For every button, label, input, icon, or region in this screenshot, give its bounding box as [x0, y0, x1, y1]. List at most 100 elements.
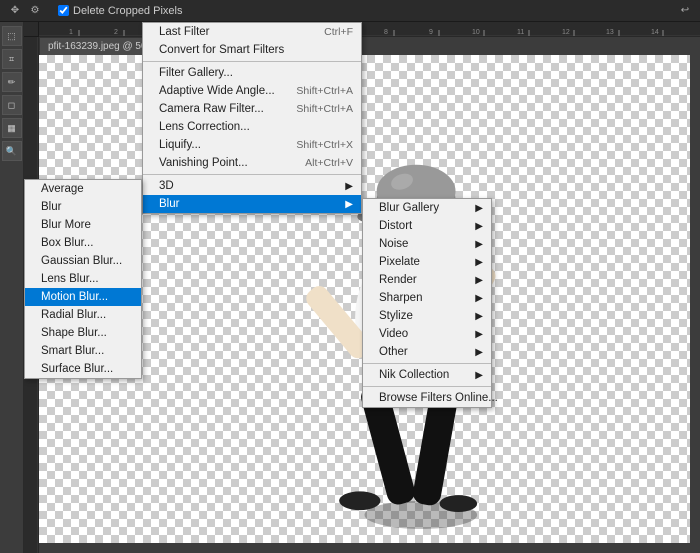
submenu-arrow-blur: ▶ — [345, 199, 353, 210]
blur-average-item[interactable]: Average — [25, 180, 141, 198]
gaussian-blur-item[interactable]: Gaussian Blur... — [25, 252, 141, 270]
toolbar-icons: ✥ ⚙ — [8, 4, 42, 18]
surface-blur-item[interactable]: Surface Blur... — [25, 360, 141, 378]
sub-pixelate-item[interactable]: Pixelate ▶ — [363, 253, 491, 271]
box-blur-item[interactable]: Box Blur... — [25, 234, 141, 252]
motion-blur-item[interactable]: Motion Blur... — [25, 288, 141, 306]
sub-stylize-item[interactable]: Stylize ▶ — [363, 307, 491, 325]
menu-divider-4 — [363, 386, 491, 387]
lens-blur-label: Lens Blur... — [41, 273, 99, 285]
sub-render-item[interactable]: Render ▶ — [363, 271, 491, 289]
motion-blur-label: Motion Blur... — [41, 291, 108, 303]
filter-vanishing-item[interactable]: Vanishing Point... Alt+Ctrl+V — [143, 154, 361, 172]
blur-more-item[interactable]: Blur More — [25, 216, 141, 234]
gradient-tool[interactable]: ▦ — [2, 118, 22, 138]
filter-vanishing-shortcut: Alt+Ctrl+V — [305, 157, 353, 169]
submenu-arrow-3d: ▶ — [345, 181, 353, 192]
blur-submenu: Average Blur Blur More Box Blur... Gauss… — [24, 179, 142, 379]
blur-gallery-submenu: Blur Gallery ▶ Distort ▶ Noise ▶ Pixelat… — [362, 198, 492, 408]
svg-text:14: 14 — [651, 29, 659, 36]
sub-sharpen-label: Sharpen — [379, 292, 422, 304]
sub-noise-item[interactable]: Noise ▶ — [363, 235, 491, 253]
filter-gallery-item[interactable]: Filter Gallery... — [143, 64, 361, 82]
svg-text:12: 12 — [562, 29, 570, 36]
filter-camera-item[interactable]: Camera Raw Filter... Shift+Ctrl+A — [143, 100, 361, 118]
filter-adaptive-shortcut: Shift+Ctrl+A — [296, 85, 353, 97]
sub-blur-gallery-item[interactable]: Blur Gallery ▶ — [363, 199, 491, 217]
filter-blur-label: Blur — [159, 198, 179, 210]
nik-arrow: ▶ — [475, 370, 483, 381]
surface-blur-label: Surface Blur... — [41, 363, 113, 375]
filter-blur-item[interactable]: Blur ▶ — [143, 195, 361, 213]
blur-blur-item[interactable]: Blur — [25, 198, 141, 216]
selection-tool[interactable]: ⬚ — [2, 26, 22, 46]
sub-browse-item[interactable]: Browse Filters Online... — [363, 389, 491, 407]
sub-render-label: Render — [379, 274, 417, 286]
sub-stylize-label: Stylize — [379, 310, 413, 322]
sub-video-item[interactable]: Video ▶ — [363, 325, 491, 343]
lens-blur-item[interactable]: Lens Blur... — [25, 270, 141, 288]
sub-sharpen-item[interactable]: Sharpen ▶ — [363, 289, 491, 307]
blur-blur-label: Blur — [41, 201, 61, 213]
filter-3d-label: 3D — [159, 180, 174, 192]
menu-divider-1 — [143, 61, 361, 62]
delete-cropped-pixels-option[interactable]: Delete Cropped Pixels — [58, 5, 182, 17]
svg-text:9: 9 — [429, 29, 433, 36]
eraser-tool[interactable]: ◻ — [2, 95, 22, 115]
sub-nik-item[interactable]: Nik Collection ▶ — [363, 366, 491, 384]
smart-blur-item[interactable]: Smart Blur... — [25, 342, 141, 360]
filter-3d-item[interactable]: 3D ▶ — [143, 177, 361, 195]
shape-blur-item[interactable]: Shape Blur... — [25, 324, 141, 342]
zoom-tool[interactable]: 🔍 — [2, 141, 22, 161]
svg-text:11: 11 — [517, 29, 524, 36]
sub-nik-label: Nik Collection — [379, 369, 449, 381]
filter-lens-label: Lens Correction... — [159, 121, 250, 133]
sub-pixelate-label: Pixelate — [379, 256, 420, 268]
sub-browse-label: Browse Filters Online... — [379, 392, 498, 404]
settings-icon[interactable]: ⚙ — [28, 4, 42, 18]
filter-liquify-item[interactable]: Liquify... Shift+Ctrl+X — [143, 136, 361, 154]
brush-tool[interactable]: ✏ — [2, 72, 22, 92]
video-arrow: ▶ — [475, 329, 483, 340]
svg-text:10: 10 — [472, 29, 480, 36]
crop-tool[interactable]: ⌗ — [2, 49, 22, 69]
svg-text:1: 1 — [69, 29, 73, 36]
filter-camera-shortcut: Shift+Ctrl+A — [296, 103, 353, 115]
move-tool-icon[interactable]: ✥ — [8, 4, 22, 18]
left-toolbar: ⬚ ⌗ ✏ ◻ ▦ 🔍 — [0, 22, 24, 553]
undo-icon[interactable]: ↩ — [678, 4, 692, 18]
filter-last-label: Last Filter — [159, 26, 210, 38]
sub-video-label: Video — [379, 328, 408, 340]
sub-noise-label: Noise — [379, 238, 408, 250]
delete-cropped-pixels-label: Delete Cropped Pixels — [73, 5, 182, 17]
radial-blur-item[interactable]: Radial Blur... — [25, 306, 141, 324]
sub-blur-gallery-label: Blur Gallery — [379, 202, 439, 214]
sub-distort-label: Distort — [379, 220, 412, 232]
ruler-top: 1 2 3 4 5 6 7 8 9 10 11 12 13 14 — [39, 22, 700, 37]
shape-blur-label: Shape Blur... — [41, 327, 107, 339]
stylize-arrow: ▶ — [475, 311, 483, 322]
distort-arrow: ▶ — [475, 221, 483, 232]
top-bar: ✥ ⚙ Delete Cropped Pixels ↩ — [0, 0, 700, 22]
filter-camera-label: Camera Raw Filter... — [159, 103, 264, 115]
filter-vanishing-label: Vanishing Point... — [159, 157, 248, 169]
box-blur-label: Box Blur... — [41, 237, 93, 249]
menu-divider-2 — [143, 174, 361, 175]
sub-distort-item[interactable]: Distort ▶ — [363, 217, 491, 235]
sharpen-arrow: ▶ — [475, 293, 483, 304]
filter-submenu: Last Filter Ctrl+F Convert for Smart Fil… — [142, 22, 362, 214]
filter-adaptive-item[interactable]: Adaptive Wide Angle... Shift+Ctrl+A — [143, 82, 361, 100]
filter-last-shortcut: Ctrl+F — [324, 26, 353, 38]
filter-convert-label: Convert for Smart Filters — [159, 44, 284, 56]
delete-cropped-pixels-checkbox[interactable] — [58, 5, 69, 16]
filter-liquify-label: Liquify... — [159, 139, 201, 151]
svg-text:13: 13 — [606, 29, 614, 36]
other-arrow: ▶ — [475, 347, 483, 358]
filter-last-item[interactable]: Last Filter Ctrl+F — [143, 23, 361, 41]
filter-lens-item[interactable]: Lens Correction... — [143, 118, 361, 136]
filter-convert-item[interactable]: Convert for Smart Filters — [143, 41, 361, 59]
sub-other-label: Other — [379, 346, 408, 358]
blur-more-label: Blur More — [41, 219, 91, 231]
svg-text:8: 8 — [384, 29, 388, 36]
sub-other-item[interactable]: Other ▶ — [363, 343, 491, 361]
